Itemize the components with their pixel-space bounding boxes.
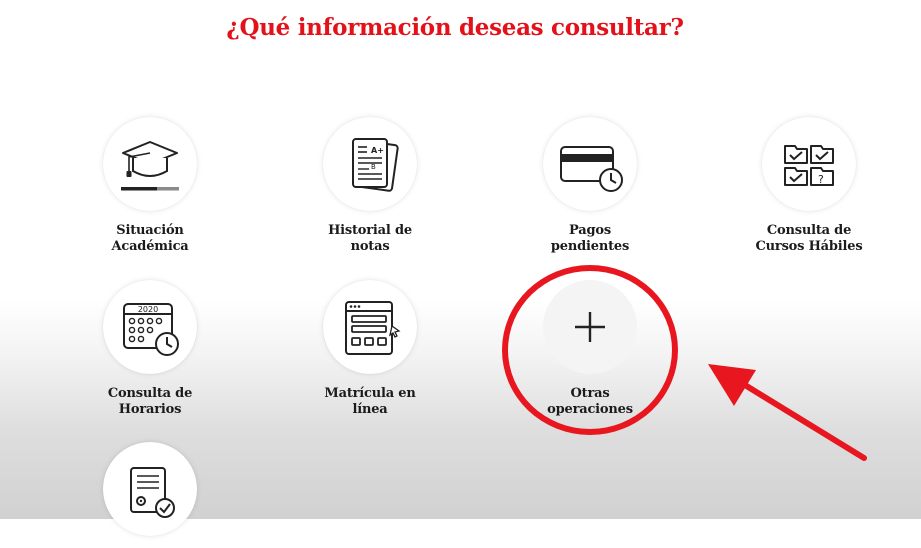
page-title: ¿Qué información deseas consultar?	[226, 14, 684, 41]
tile-icon-circle	[543, 117, 637, 211]
annotation-arrow-icon	[700, 360, 875, 474]
document-gear-check-icon	[113, 452, 187, 526]
tile-situacion-academica[interactable]: Situación Académica	[70, 117, 230, 255]
tile-historial-notas[interactable]: A+ B Historial de notas	[290, 117, 450, 255]
svg-text:?: ?	[818, 173, 824, 186]
plus-icon	[570, 307, 610, 347]
svg-text:A+: A+	[371, 146, 384, 155]
tile-icon-circle: ?	[762, 117, 856, 211]
tile-document-check[interactable]	[70, 442, 230, 548]
tile-label: Consulta de Horarios	[107, 386, 193, 417]
tile-icon-circle	[103, 442, 197, 536]
tile-cursos-habiles[interactable]: ? Consulta de Cursos Hábiles	[729, 117, 889, 255]
tile-icon-circle	[103, 117, 197, 211]
svg-text:B: B	[371, 163, 376, 171]
tile-icon-circle	[543, 280, 637, 374]
graduation-cap-icon	[113, 127, 187, 201]
tile-label: Otras operaciones	[547, 386, 633, 417]
tile-icon-circle: 2020	[103, 280, 197, 374]
credit-card-clock-icon	[553, 127, 627, 201]
document-stack-icon: A+ B	[333, 127, 407, 201]
calendar-clock-icon: 2020	[113, 290, 187, 364]
online-form-icon	[333, 290, 407, 364]
calendar-year: 2020	[138, 305, 158, 314]
tile-icon-circle: A+ B	[323, 117, 417, 211]
tile-pagos-pendientes[interactable]: Pagos pendientes	[510, 117, 670, 255]
tile-icon-circle	[323, 280, 417, 374]
checklist-folders-icon: ?	[772, 127, 846, 201]
tile-matricula-en-linea[interactable]: Matrícula en línea	[290, 280, 450, 418]
tile-label: Consulta de Cursos Hábiles	[755, 223, 863, 254]
tile-label: Matrícula en línea	[324, 386, 416, 417]
tile-label: Pagos pendientes	[550, 223, 630, 254]
tile-label: Situación Académica	[111, 223, 189, 254]
tile-label: Historial de notas	[328, 223, 412, 254]
tile-consulta-horarios[interactable]: 2020 Consulta de Horarios	[70, 280, 230, 418]
tile-otras-operaciones[interactable]: Otras operaciones	[510, 280, 670, 418]
